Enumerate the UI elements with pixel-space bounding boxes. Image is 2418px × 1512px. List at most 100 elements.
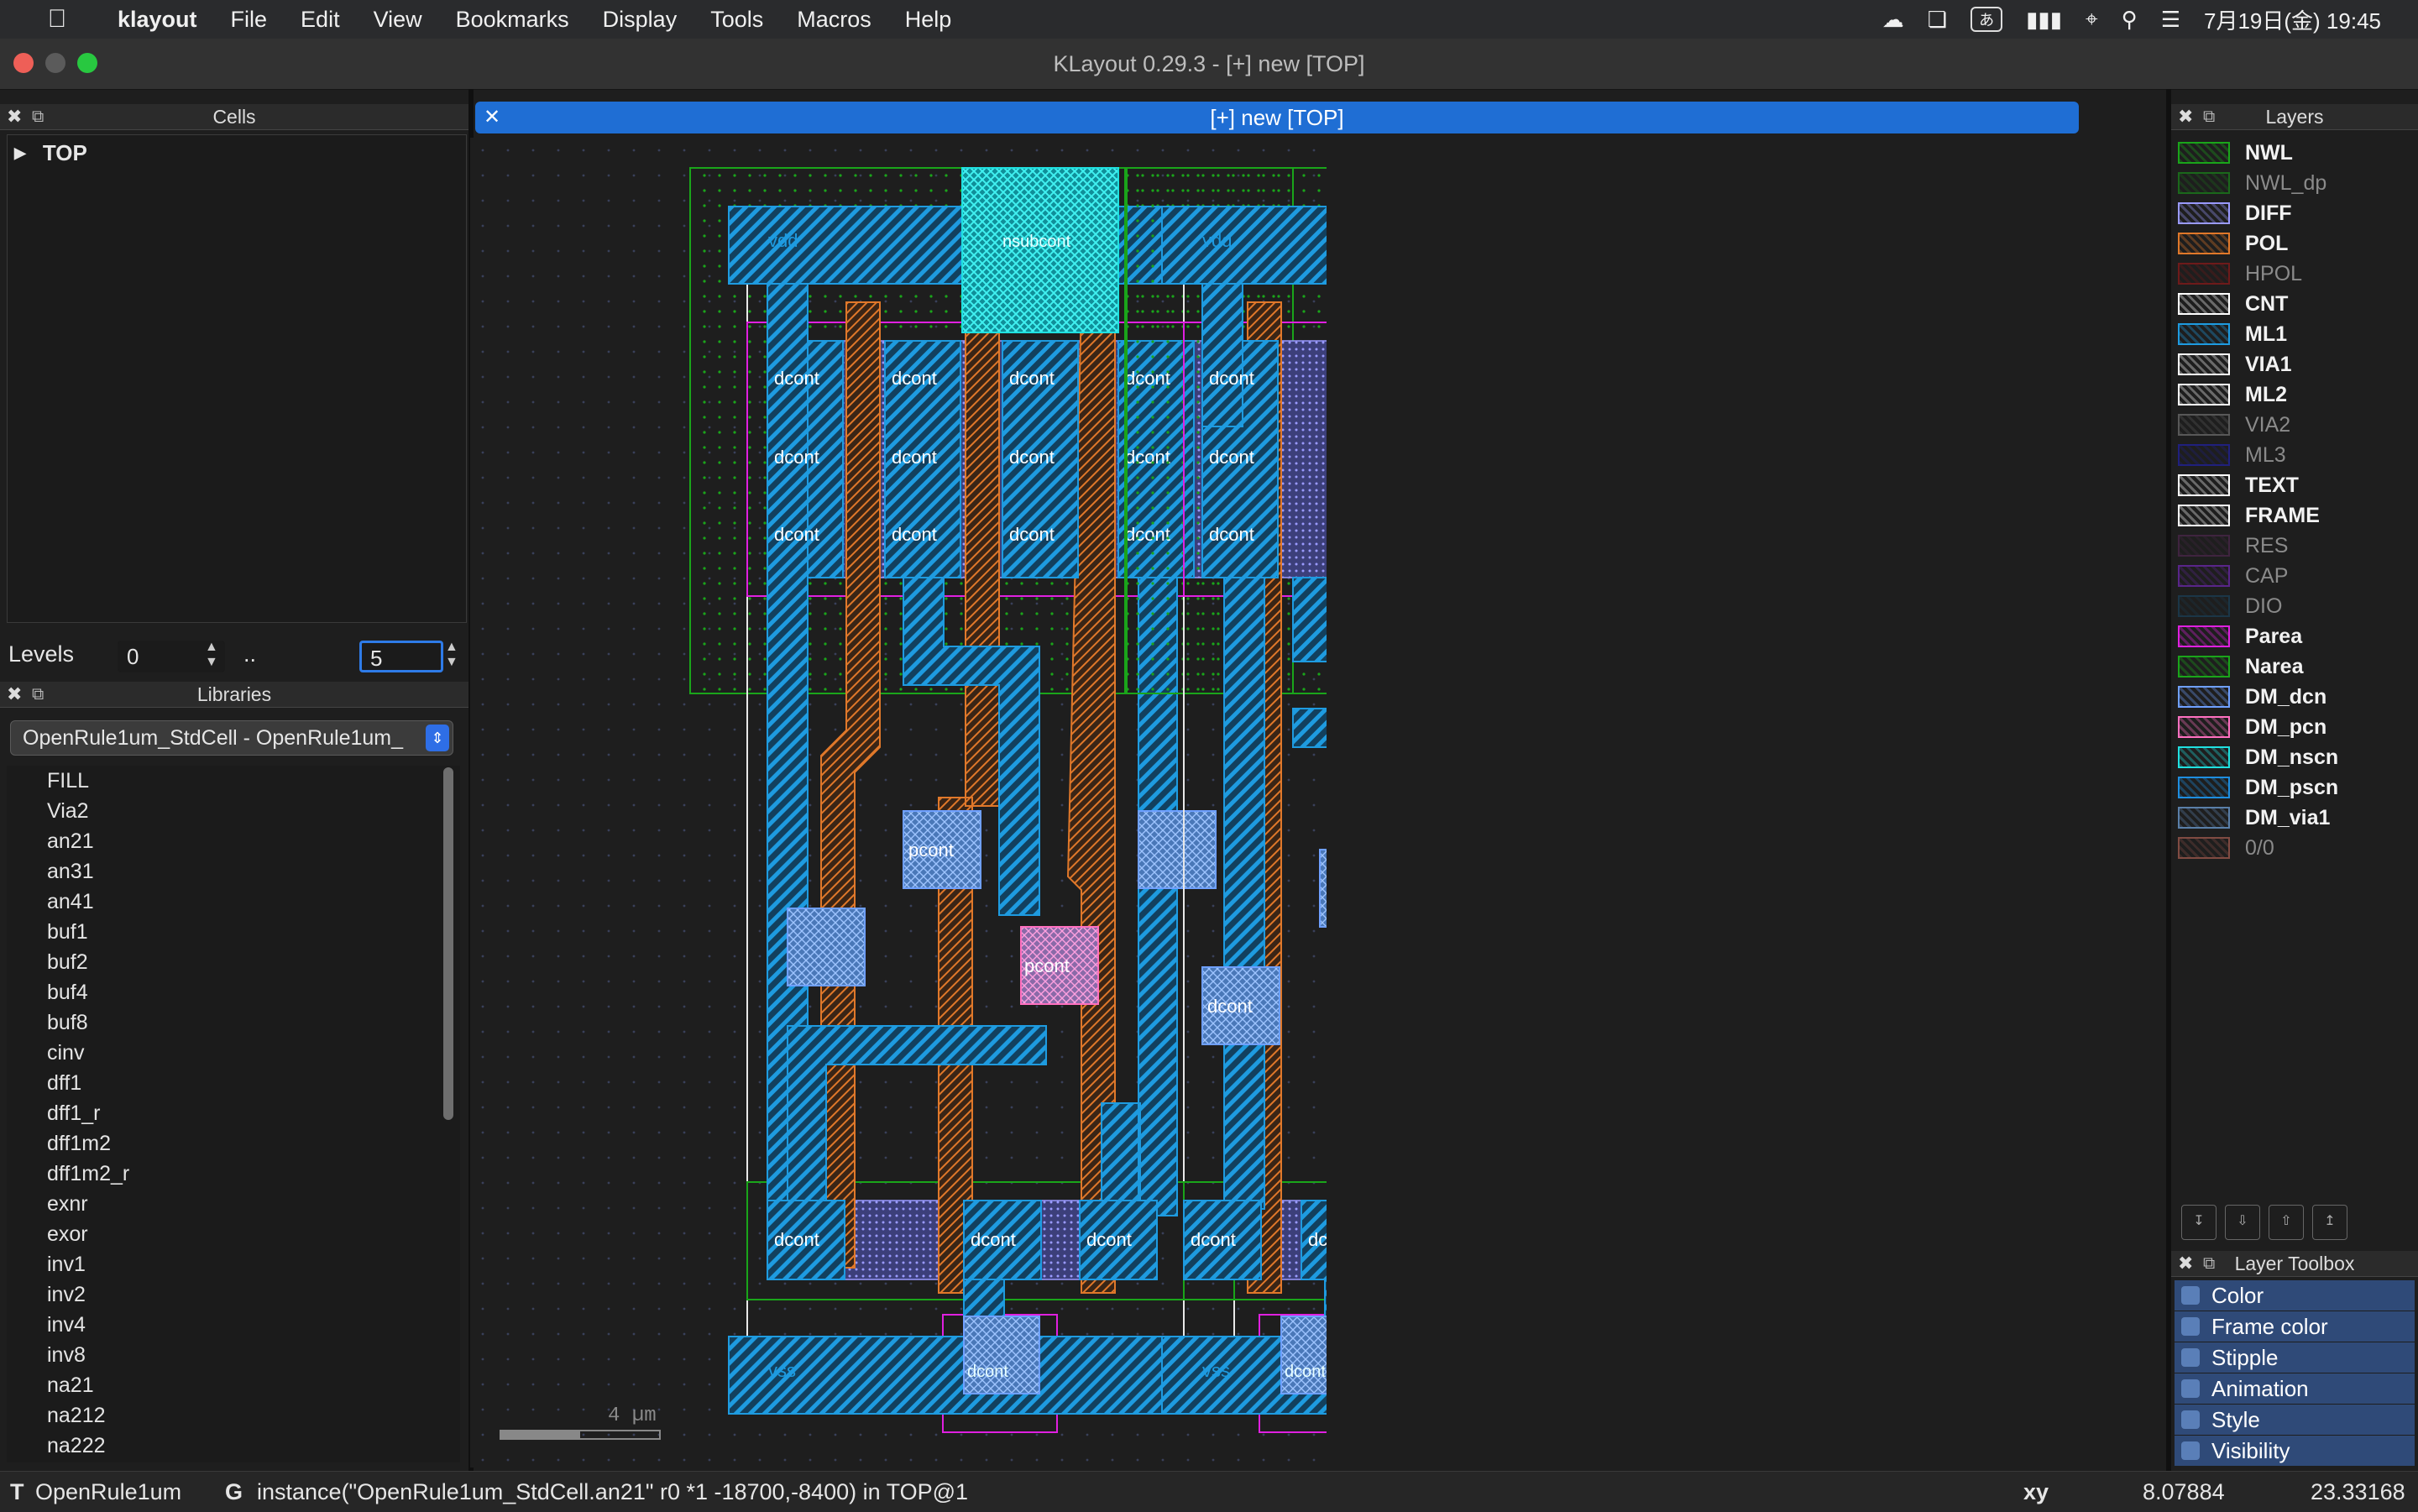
toolbox-style[interactable]: Style — [2175, 1405, 2415, 1436]
move-top-icon[interactable]: ↥ — [2312, 1205, 2347, 1240]
layout-view-tab[interactable]: ✕ [+] new [TOP] — [475, 102, 2079, 133]
layer-row[interactable]: ML3 — [2178, 440, 2286, 470]
float-icon[interactable]: ⧉ — [2203, 104, 2215, 129]
library-cell-item[interactable]: an31 — [7, 856, 460, 887]
layer-swatch-icon[interactable] — [2178, 323, 2230, 345]
toolbox-frame-color[interactable]: Frame color — [2175, 1311, 2415, 1342]
layer-swatch-icon[interactable] — [2178, 293, 2230, 315]
library-cell-item[interactable]: FILL — [7, 766, 460, 796]
menu-bookmarks[interactable]: Bookmarks — [439, 7, 586, 33]
layer-row[interactable]: ML1 — [2178, 319, 2287, 349]
layer-row[interactable]: HPOL — [2178, 259, 2302, 289]
layer-row[interactable]: DM_via1 — [2178, 803, 2330, 833]
toolbox-animation[interactable]: Animation — [2175, 1373, 2415, 1405]
layer-row[interactable]: CNT — [2178, 289, 2288, 319]
library-cell-item[interactable]: inv4 — [7, 1310, 460, 1340]
library-cell-item[interactable]: buf8 — [7, 1007, 460, 1038]
library-cell-item[interactable]: an41 — [7, 887, 460, 917]
toolbox-color[interactable]: Color — [2175, 1280, 2415, 1311]
layer-swatch-icon[interactable] — [2178, 233, 2230, 254]
library-cell-item[interactable]: na21 — [7, 1370, 460, 1400]
layout-canvas[interactable]: vdd vss nsubcont dcont dcont dcont dcont… — [470, 138, 1327, 1468]
library-cell-item[interactable]: buf2 — [7, 947, 460, 977]
layer-row[interactable]: POL — [2178, 228, 2288, 259]
tree-item-top[interactable]: ▶ TOP — [14, 140, 87, 166]
cell-tree[interactable]: ▶ TOP — [7, 134, 467, 623]
layer-row[interactable]: ML2 — [2178, 379, 2287, 410]
library-cell-item[interactable]: exor — [7, 1219, 460, 1249]
layer-row[interactable]: Parea — [2178, 621, 2302, 651]
menu-macros[interactable]: Macros — [780, 7, 888, 33]
library-cell-item[interactable]: buf4 — [7, 977, 460, 1007]
layer-swatch-icon[interactable] — [2178, 505, 2230, 526]
layer-swatch-icon[interactable] — [2178, 202, 2230, 224]
library-cell-item[interactable]: inv2 — [7, 1279, 460, 1310]
levels-max-input[interactable]: 5 — [359, 641, 443, 672]
library-select[interactable]: OpenRule1um_StdCell - OpenRule1um_ ⇕ — [10, 720, 453, 756]
layer-row[interactable]: NWL — [2178, 138, 2293, 168]
stepper-up-icon[interactable]: ▲ ▼ — [205, 640, 218, 670]
layer-swatch-icon[interactable] — [2178, 444, 2230, 466]
layer-swatch-icon[interactable] — [2178, 625, 2230, 647]
layer-row[interactable]: TEXT — [2178, 470, 2299, 500]
menu-tools[interactable]: Tools — [693, 7, 780, 33]
clipboard-icon[interactable]: ❏ — [1928, 7, 1947, 33]
layer-swatch-icon[interactable] — [2178, 656, 2230, 678]
layer-row[interactable]: CAP — [2178, 561, 2288, 591]
layer-swatch-icon[interactable] — [2178, 142, 2230, 164]
close-icon[interactable]: ✖ — [7, 682, 22, 707]
layer-row[interactable]: VIA1 — [2178, 349, 2292, 379]
layer-swatch-icon[interactable] — [2178, 353, 2230, 375]
technology-name[interactable]: OpenRule1um — [35, 1472, 181, 1512]
move-bottom-icon[interactable]: ↧ — [2181, 1205, 2216, 1240]
move-down-icon[interactable]: ⇩ — [2225, 1205, 2260, 1240]
layer-swatch-icon[interactable] — [2178, 746, 2230, 768]
menu-app[interactable]: klayout — [101, 7, 214, 33]
layer-swatch-icon[interactable] — [2178, 595, 2230, 617]
wifi-icon[interactable]: ⌖ — [2086, 6, 2098, 33]
layer-swatch-icon[interactable] — [2178, 777, 2230, 798]
toolbox-stipple[interactable]: Stipple — [2175, 1342, 2415, 1373]
library-cell-item[interactable]: cinv — [7, 1038, 460, 1068]
layer-swatch-icon[interactable] — [2178, 716, 2230, 738]
library-cell-list[interactable]: FILL Via2 an21 an31 an41 buf1 buf2 buf4 buf8 cinv… — [7, 766, 460, 1462]
move-up-icon[interactable]: ⇧ — [2269, 1205, 2304, 1240]
cloud-icon[interactable]: ☁ — [1882, 7, 1904, 33]
layer-swatch-icon[interactable] — [2178, 535, 2230, 557]
battery-icon[interactable]: ▮▮▮ — [2026, 7, 2062, 33]
library-cell-item[interactable]: inv8 — [7, 1340, 460, 1370]
layer-swatch-icon[interactable] — [2178, 263, 2230, 285]
layer-row[interactable]: RES — [2178, 531, 2288, 561]
layer-row[interactable]: DM_pscn — [2178, 772, 2338, 803]
layer-row[interactable]: 0/0 — [2178, 833, 2274, 863]
layer-swatch-icon[interactable] — [2178, 384, 2230, 405]
expand-arrow-icon[interactable]: ▶ — [14, 144, 26, 162]
layer-swatch-icon[interactable] — [2178, 686, 2230, 708]
menu-edit[interactable]: Edit — [284, 7, 357, 33]
float-icon[interactable]: ⧉ — [32, 682, 44, 707]
close-icon[interactable]: ✖ — [2178, 104, 2193, 129]
toolbox-visibility[interactable]: Visibility — [2175, 1436, 2415, 1467]
library-cell-item[interactable]: na212 — [7, 1400, 460, 1431]
library-cell-item[interactable]: an21 — [7, 826, 460, 856]
layer-row[interactable]: VIA2 — [2178, 410, 2290, 440]
library-cell-item[interactable]: na222 — [7, 1431, 460, 1461]
search-icon[interactable]: ⚲ — [2122, 7, 2138, 33]
layer-swatch-icon[interactable] — [2178, 565, 2230, 587]
menu-help[interactable]: Help — [888, 7, 969, 33]
layer-swatch-icon[interactable] — [2178, 172, 2230, 194]
layer-row[interactable]: DIO — [2178, 591, 2282, 621]
layer-row[interactable]: DM_nscn — [2178, 742, 2338, 772]
float-icon[interactable]: ⧉ — [32, 104, 44, 129]
library-cell-item[interactable]: inv1 — [7, 1249, 460, 1279]
library-scrollbar[interactable] — [443, 767, 453, 1120]
apple-icon[interactable]:  — [24, 5, 91, 34]
menu-file[interactable]: File — [214, 7, 285, 33]
layer-swatch-icon[interactable] — [2178, 807, 2230, 829]
layer-row[interactable]: DM_pcn — [2178, 712, 2326, 742]
library-cell-item[interactable]: buf1 — [7, 917, 460, 947]
layer-row[interactable]: DIFF — [2178, 198, 2292, 228]
layer-row[interactable]: Narea — [2178, 651, 2304, 682]
clock[interactable]: 7月19日(金) 19:45 — [2204, 4, 2381, 35]
control-center-icon[interactable]: ☰ — [2161, 7, 2180, 33]
